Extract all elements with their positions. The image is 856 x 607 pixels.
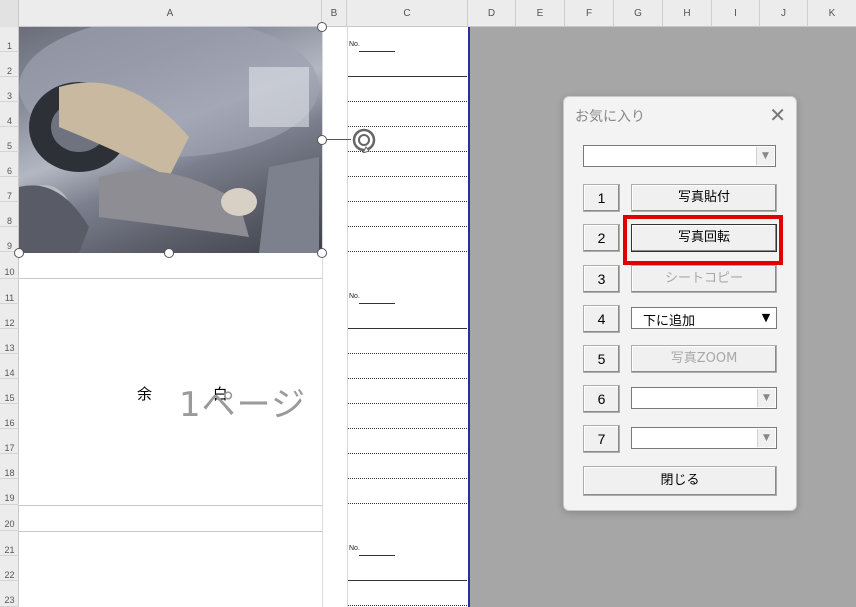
rule-line: [348, 176, 467, 177]
row-header-23[interactable]: 23: [0, 581, 19, 607]
car-repair-photo[interactable]: [19, 27, 322, 253]
column-header-a[interactable]: A: [19, 0, 322, 27]
row-header-20[interactable]: 20: [0, 505, 19, 531]
row-header-3[interactable]: 3: [0, 77, 19, 102]
column-header-i[interactable]: I: [712, 0, 760, 27]
chevron-down-icon[interactable]: ▼: [757, 309, 775, 327]
rule-line: [348, 478, 467, 479]
no-underline: [359, 51, 395, 52]
column-header-c[interactable]: C: [347, 0, 468, 27]
select-value: 下に追加: [643, 314, 696, 329]
sheet-copy-button[interactable]: シートコピー: [631, 265, 777, 293]
row-header-5[interactable]: 5: [0, 127, 19, 152]
column-header: A B C D E F G H I J K: [0, 0, 856, 27]
rotate-handle-icon[interactable]: [351, 127, 377, 154]
resize-handle[interactable]: [317, 22, 327, 32]
shortcut-6-button[interactable]: 6: [583, 385, 620, 413]
photo-zoom-button[interactable]: 写真ZOOM: [631, 345, 777, 373]
row-header-19[interactable]: 19: [0, 479, 19, 505]
option-7-select[interactable]: ▼: [631, 427, 777, 449]
column-header-k[interactable]: K: [808, 0, 856, 27]
rule-line: [348, 101, 467, 102]
rule-line: [348, 226, 467, 227]
column-header-h[interactable]: H: [663, 0, 712, 27]
favorites-dialog: お気に入り ✕ ▼ 1 写真貼付 2 写真回転 3 シートコピー 4 下に追加 …: [563, 96, 797, 511]
no-underline: [359, 303, 395, 304]
resize-handle[interactable]: [14, 248, 24, 258]
row-header-15[interactable]: 15: [0, 379, 19, 404]
shortcut-2-button[interactable]: 2: [583, 224, 620, 252]
rule-line: [348, 76, 467, 77]
shortcut-5-button[interactable]: 5: [583, 345, 620, 373]
photo-image: [19, 27, 319, 253]
row-header-18[interactable]: 18: [0, 454, 19, 479]
no-label: No.: [349, 545, 360, 552]
row-header-7[interactable]: 7: [0, 177, 19, 202]
shortcut-1-button[interactable]: 1: [583, 184, 620, 212]
dialog-title: お気に入り: [575, 109, 645, 125]
column-header-e[interactable]: E: [516, 0, 565, 27]
worksheet[interactable]: No. No. No. 余 白 1ページ: [19, 27, 468, 607]
grid-line: [19, 505, 322, 506]
row-header-17[interactable]: 17: [0, 429, 19, 454]
grid-line: [19, 278, 322, 279]
rule-line: [348, 251, 467, 252]
column-header-g[interactable]: G: [614, 0, 663, 27]
row-header-13[interactable]: 13: [0, 329, 19, 354]
row-header-14[interactable]: 14: [0, 354, 19, 379]
no-label: No.: [349, 41, 360, 48]
row-header: 1 2 3 4 5 6 7 8 9 10 11 12 13 14 15 16 1…: [0, 27, 19, 607]
rule-line: [348, 328, 467, 329]
column-header-j[interactable]: J: [760, 0, 808, 27]
row-header-22[interactable]: 22: [0, 556, 19, 581]
rule-line: [348, 580, 467, 581]
rotate-connector: [327, 139, 351, 140]
row-header-12[interactable]: 12: [0, 304, 19, 329]
rule-line: [348, 378, 467, 379]
page-number-watermark: 1ページ: [179, 385, 306, 425]
row-header-4[interactable]: 4: [0, 102, 19, 127]
rule-line: [348, 403, 467, 404]
row-header-16[interactable]: 16: [0, 404, 19, 429]
page-break-line: [468, 27, 470, 607]
chevron-down-icon[interactable]: ▼: [757, 389, 775, 407]
rule-line: [348, 201, 467, 202]
resize-handle[interactable]: [317, 135, 327, 145]
resize-handle[interactable]: [164, 248, 174, 258]
no-underline: [359, 555, 395, 556]
row-header-21[interactable]: 21: [0, 531, 19, 556]
rule-line: [348, 453, 467, 454]
rule-line: [348, 503, 467, 504]
chevron-down-icon[interactable]: ▼: [757, 429, 775, 447]
chevron-down-icon[interactable]: ▼: [756, 147, 774, 165]
row-header-1[interactable]: 1: [0, 27, 19, 52]
rule-line: [348, 353, 467, 354]
close-button[interactable]: 閉じる: [583, 466, 777, 496]
paste-photo-button[interactable]: 写真貼付: [631, 184, 777, 212]
grid-line: [19, 531, 322, 532]
grid-line: [322, 27, 323, 607]
grid-line: [347, 27, 348, 607]
column-header-d[interactable]: D: [468, 0, 516, 27]
close-icon[interactable]: ✕: [769, 103, 786, 127]
row-header-8[interactable]: 8: [0, 202, 19, 227]
shortcut-3-button[interactable]: 3: [583, 265, 620, 293]
row-header-6[interactable]: 6: [0, 152, 19, 177]
row-header-2[interactable]: 2: [0, 52, 19, 77]
rule-line: [348, 428, 467, 429]
resize-handle[interactable]: [317, 248, 327, 258]
row-header-11[interactable]: 11: [0, 279, 19, 304]
select-all-corner[interactable]: [0, 0, 19, 27]
option-6-select[interactable]: ▼: [631, 387, 777, 409]
highlight-box: [623, 215, 783, 265]
no-label: No.: [349, 293, 360, 300]
rule-line: [348, 605, 467, 606]
shortcut-7-button[interactable]: 7: [583, 425, 620, 453]
column-header-f[interactable]: F: [565, 0, 614, 27]
favorites-combo[interactable]: ▼: [583, 145, 776, 167]
add-below-select[interactable]: 下に追加 ▼: [631, 307, 777, 329]
shortcut-4-button[interactable]: 4: [583, 305, 620, 333]
